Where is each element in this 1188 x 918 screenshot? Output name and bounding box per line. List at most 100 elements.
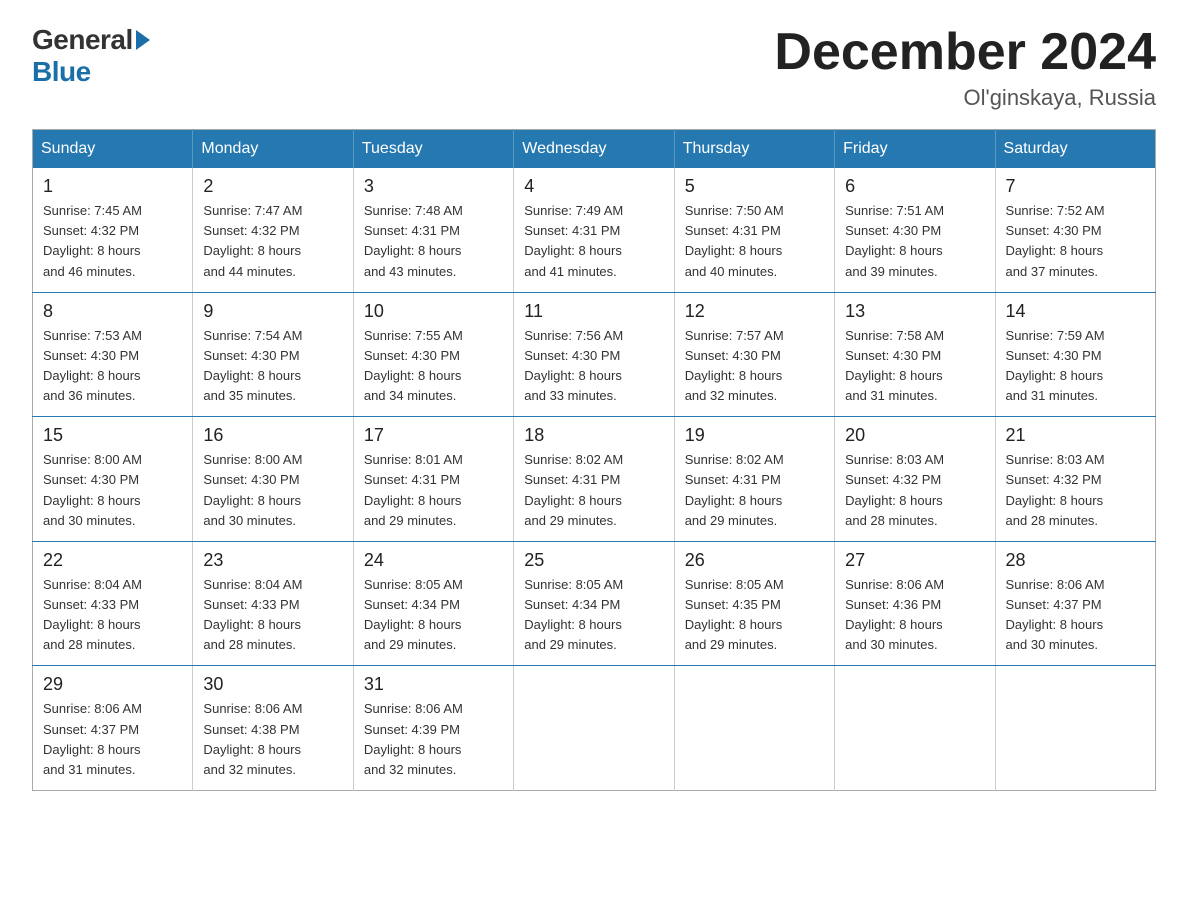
day-number: 7 xyxy=(1006,176,1145,197)
day-number: 4 xyxy=(524,176,663,197)
table-row: 23 Sunrise: 8:04 AMSunset: 4:33 PMDayligh… xyxy=(193,541,353,666)
day-number: 17 xyxy=(364,425,503,446)
day-info: Sunrise: 7:52 AMSunset: 4:30 PMDaylight:… xyxy=(1006,201,1145,282)
table-row: 16Sunrise: 8:00 AMSunset: 4:30 PMDayligh… xyxy=(193,417,353,542)
day-info: Sunrise: 8:05 AMSunset: 4:35 PMDaylight:… xyxy=(685,575,824,656)
day-info: Sunrise: 7:54 AMSunset: 4:30 PMDaylight:… xyxy=(203,326,342,407)
table-row: 31 Sunrise: 8:06 AMSunset: 4:39 PMDayligh… xyxy=(353,666,513,791)
day-number: 30 xyxy=(203,674,342,695)
header-friday: Friday xyxy=(835,130,995,169)
table-row xyxy=(514,666,674,791)
table-row: 29 Sunrise: 8:06 AMSunset: 4:37 PMDayligh… xyxy=(33,666,193,791)
day-number: 12 xyxy=(685,301,824,322)
table-row: 13 Sunrise: 7:58 AMSunset: 4:30 PMDayligh… xyxy=(835,292,995,417)
day-info: Sunrise: 8:03 AMSunset: 4:32 PMDaylight:… xyxy=(1006,450,1145,531)
page-header: General Blue December 2024 Ol'ginskaya, … xyxy=(32,24,1156,111)
day-number: 1 xyxy=(43,176,182,197)
day-number: 13 xyxy=(845,301,984,322)
day-info: Sunrise: 7:50 AMSunset: 4:31 PMDaylight:… xyxy=(685,201,824,282)
day-number: 16 xyxy=(203,425,342,446)
day-number: 19 xyxy=(685,425,824,446)
header-thursday: Thursday xyxy=(674,130,834,169)
table-row: 2Sunrise: 7:47 AMSunset: 4:32 PMDaylight… xyxy=(193,168,353,292)
day-number: 11 xyxy=(524,301,663,322)
table-row xyxy=(995,666,1155,791)
table-row: 10 Sunrise: 7:55 AMSunset: 4:30 PMDayligh… xyxy=(353,292,513,417)
table-row: 8 Sunrise: 7:53 AMSunset: 4:30 PMDaylight… xyxy=(33,292,193,417)
day-info: Sunrise: 7:45 AMSunset: 4:32 PMDaylight:… xyxy=(43,201,182,282)
table-row: 27 Sunrise: 8:06 AMSunset: 4:36 PMDayligh… xyxy=(835,541,995,666)
day-info: Sunrise: 7:59 AMSunset: 4:30 PMDaylight:… xyxy=(1006,326,1145,407)
day-info: Sunrise: 8:05 AMSunset: 4:34 PMDaylight:… xyxy=(364,575,503,656)
table-row: 1 Sunrise: 7:45 AMSunset: 4:32 PMDaylight… xyxy=(33,168,193,292)
day-number: 10 xyxy=(364,301,503,322)
calendar-week-row: 8 Sunrise: 7:53 AMSunset: 4:30 PMDaylight… xyxy=(33,292,1156,417)
day-info: Sunrise: 8:02 AMSunset: 4:31 PMDaylight:… xyxy=(524,450,663,531)
day-info: Sunrise: 8:06 AMSunset: 4:37 PMDaylight:… xyxy=(43,699,182,780)
table-row: 7 Sunrise: 7:52 AMSunset: 4:30 PMDaylight… xyxy=(995,168,1155,292)
day-info: Sunrise: 7:56 AMSunset: 4:30 PMDaylight:… xyxy=(524,326,663,407)
title-section: December 2024 Ol'ginskaya, Russia xyxy=(774,24,1156,111)
day-number: 14 xyxy=(1006,301,1145,322)
day-info: Sunrise: 8:06 AMSunset: 4:38 PMDaylight:… xyxy=(203,699,342,780)
day-info: Sunrise: 8:05 AMSunset: 4:34 PMDaylight:… xyxy=(524,575,663,656)
day-info: Sunrise: 7:53 AMSunset: 4:30 PMDaylight:… xyxy=(43,326,182,407)
day-number: 8 xyxy=(43,301,182,322)
day-number: 21 xyxy=(1006,425,1145,446)
table-row: 14 Sunrise: 7:59 AMSunset: 4:30 PMDayligh… xyxy=(995,292,1155,417)
day-info: Sunrise: 8:00 AMSunset: 4:30 PMDaylight:… xyxy=(43,450,182,531)
day-number: 25 xyxy=(524,550,663,571)
table-row: 5Sunrise: 7:50 AMSunset: 4:31 PMDaylight… xyxy=(674,168,834,292)
table-row: 11 Sunrise: 7:56 AMSunset: 4:30 PMDayligh… xyxy=(514,292,674,417)
table-row: 21 Sunrise: 8:03 AMSunset: 4:32 PMDayligh… xyxy=(995,417,1155,542)
day-info: Sunrise: 7:55 AMSunset: 4:30 PMDaylight:… xyxy=(364,326,503,407)
logo-blue-text: Blue xyxy=(32,56,91,88)
logo-general: General xyxy=(32,24,150,56)
day-info: Sunrise: 7:49 AMSunset: 4:31 PMDaylight:… xyxy=(524,201,663,282)
day-number: 28 xyxy=(1006,550,1145,571)
day-number: 15 xyxy=(43,425,182,446)
table-row xyxy=(835,666,995,791)
table-row: 4 Sunrise: 7:49 AMSunset: 4:31 PMDaylight… xyxy=(514,168,674,292)
calendar-week-row: 15 Sunrise: 8:00 AMSunset: 4:30 PMDayligh… xyxy=(33,417,1156,542)
day-number: 29 xyxy=(43,674,182,695)
day-info: Sunrise: 8:01 AMSunset: 4:31 PMDaylight:… xyxy=(364,450,503,531)
day-number: 31 xyxy=(364,674,503,695)
table-row: 22 Sunrise: 8:04 AMSunset: 4:33 PMDayligh… xyxy=(33,541,193,666)
day-info: Sunrise: 7:57 AMSunset: 4:30 PMDaylight:… xyxy=(685,326,824,407)
day-info: Sunrise: 7:47 AMSunset: 4:32 PMDaylight:… xyxy=(203,201,342,282)
day-number: 23 xyxy=(203,550,342,571)
day-number: 9 xyxy=(203,301,342,322)
table-row: 20Sunrise: 8:03 AMSunset: 4:32 PMDayligh… xyxy=(835,417,995,542)
table-row xyxy=(674,666,834,791)
table-row: 19 Sunrise: 8:02 AMSunset: 4:31 PMDayligh… xyxy=(674,417,834,542)
calendar-week-row: 1 Sunrise: 7:45 AMSunset: 4:32 PMDaylight… xyxy=(33,168,1156,292)
table-row: 17 Sunrise: 8:01 AMSunset: 4:31 PMDayligh… xyxy=(353,417,513,542)
location-subtitle: Ol'ginskaya, Russia xyxy=(774,85,1156,111)
day-number: 27 xyxy=(845,550,984,571)
table-row: 12 Sunrise: 7:57 AMSunset: 4:30 PMDayligh… xyxy=(674,292,834,417)
header-saturday: Saturday xyxy=(995,130,1155,169)
day-info: Sunrise: 8:06 AMSunset: 4:36 PMDaylight:… xyxy=(845,575,984,656)
day-info: Sunrise: 8:06 AMSunset: 4:39 PMDaylight:… xyxy=(364,699,503,780)
table-row: 30 Sunrise: 8:06 AMSunset: 4:38 PMDayligh… xyxy=(193,666,353,791)
logo: General Blue xyxy=(32,24,150,88)
day-info: Sunrise: 7:51 AMSunset: 4:30 PMDaylight:… xyxy=(845,201,984,282)
logo-general-text: General xyxy=(32,24,133,56)
table-row: 9 Sunrise: 7:54 AMSunset: 4:30 PMDaylight… xyxy=(193,292,353,417)
day-info: Sunrise: 7:58 AMSunset: 4:30 PMDaylight:… xyxy=(845,326,984,407)
day-info: Sunrise: 7:48 AMSunset: 4:31 PMDaylight:… xyxy=(364,201,503,282)
day-info: Sunrise: 8:04 AMSunset: 4:33 PMDaylight:… xyxy=(203,575,342,656)
header-wednesday: Wednesday xyxy=(514,130,674,169)
day-number: 24 xyxy=(364,550,503,571)
day-info: Sunrise: 8:02 AMSunset: 4:31 PMDaylight:… xyxy=(685,450,824,531)
day-number: 22 xyxy=(43,550,182,571)
day-number: 18 xyxy=(524,425,663,446)
day-number: 3 xyxy=(364,176,503,197)
calendar-week-row: 29 Sunrise: 8:06 AMSunset: 4:37 PMDayligh… xyxy=(33,666,1156,791)
table-row: 3 Sunrise: 7:48 AMSunset: 4:31 PMDaylight… xyxy=(353,168,513,292)
day-info: Sunrise: 8:04 AMSunset: 4:33 PMDaylight:… xyxy=(43,575,182,656)
logo-arrow-icon xyxy=(136,30,150,50)
day-number: 6 xyxy=(845,176,984,197)
calendar-week-row: 22 Sunrise: 8:04 AMSunset: 4:33 PMDayligh… xyxy=(33,541,1156,666)
